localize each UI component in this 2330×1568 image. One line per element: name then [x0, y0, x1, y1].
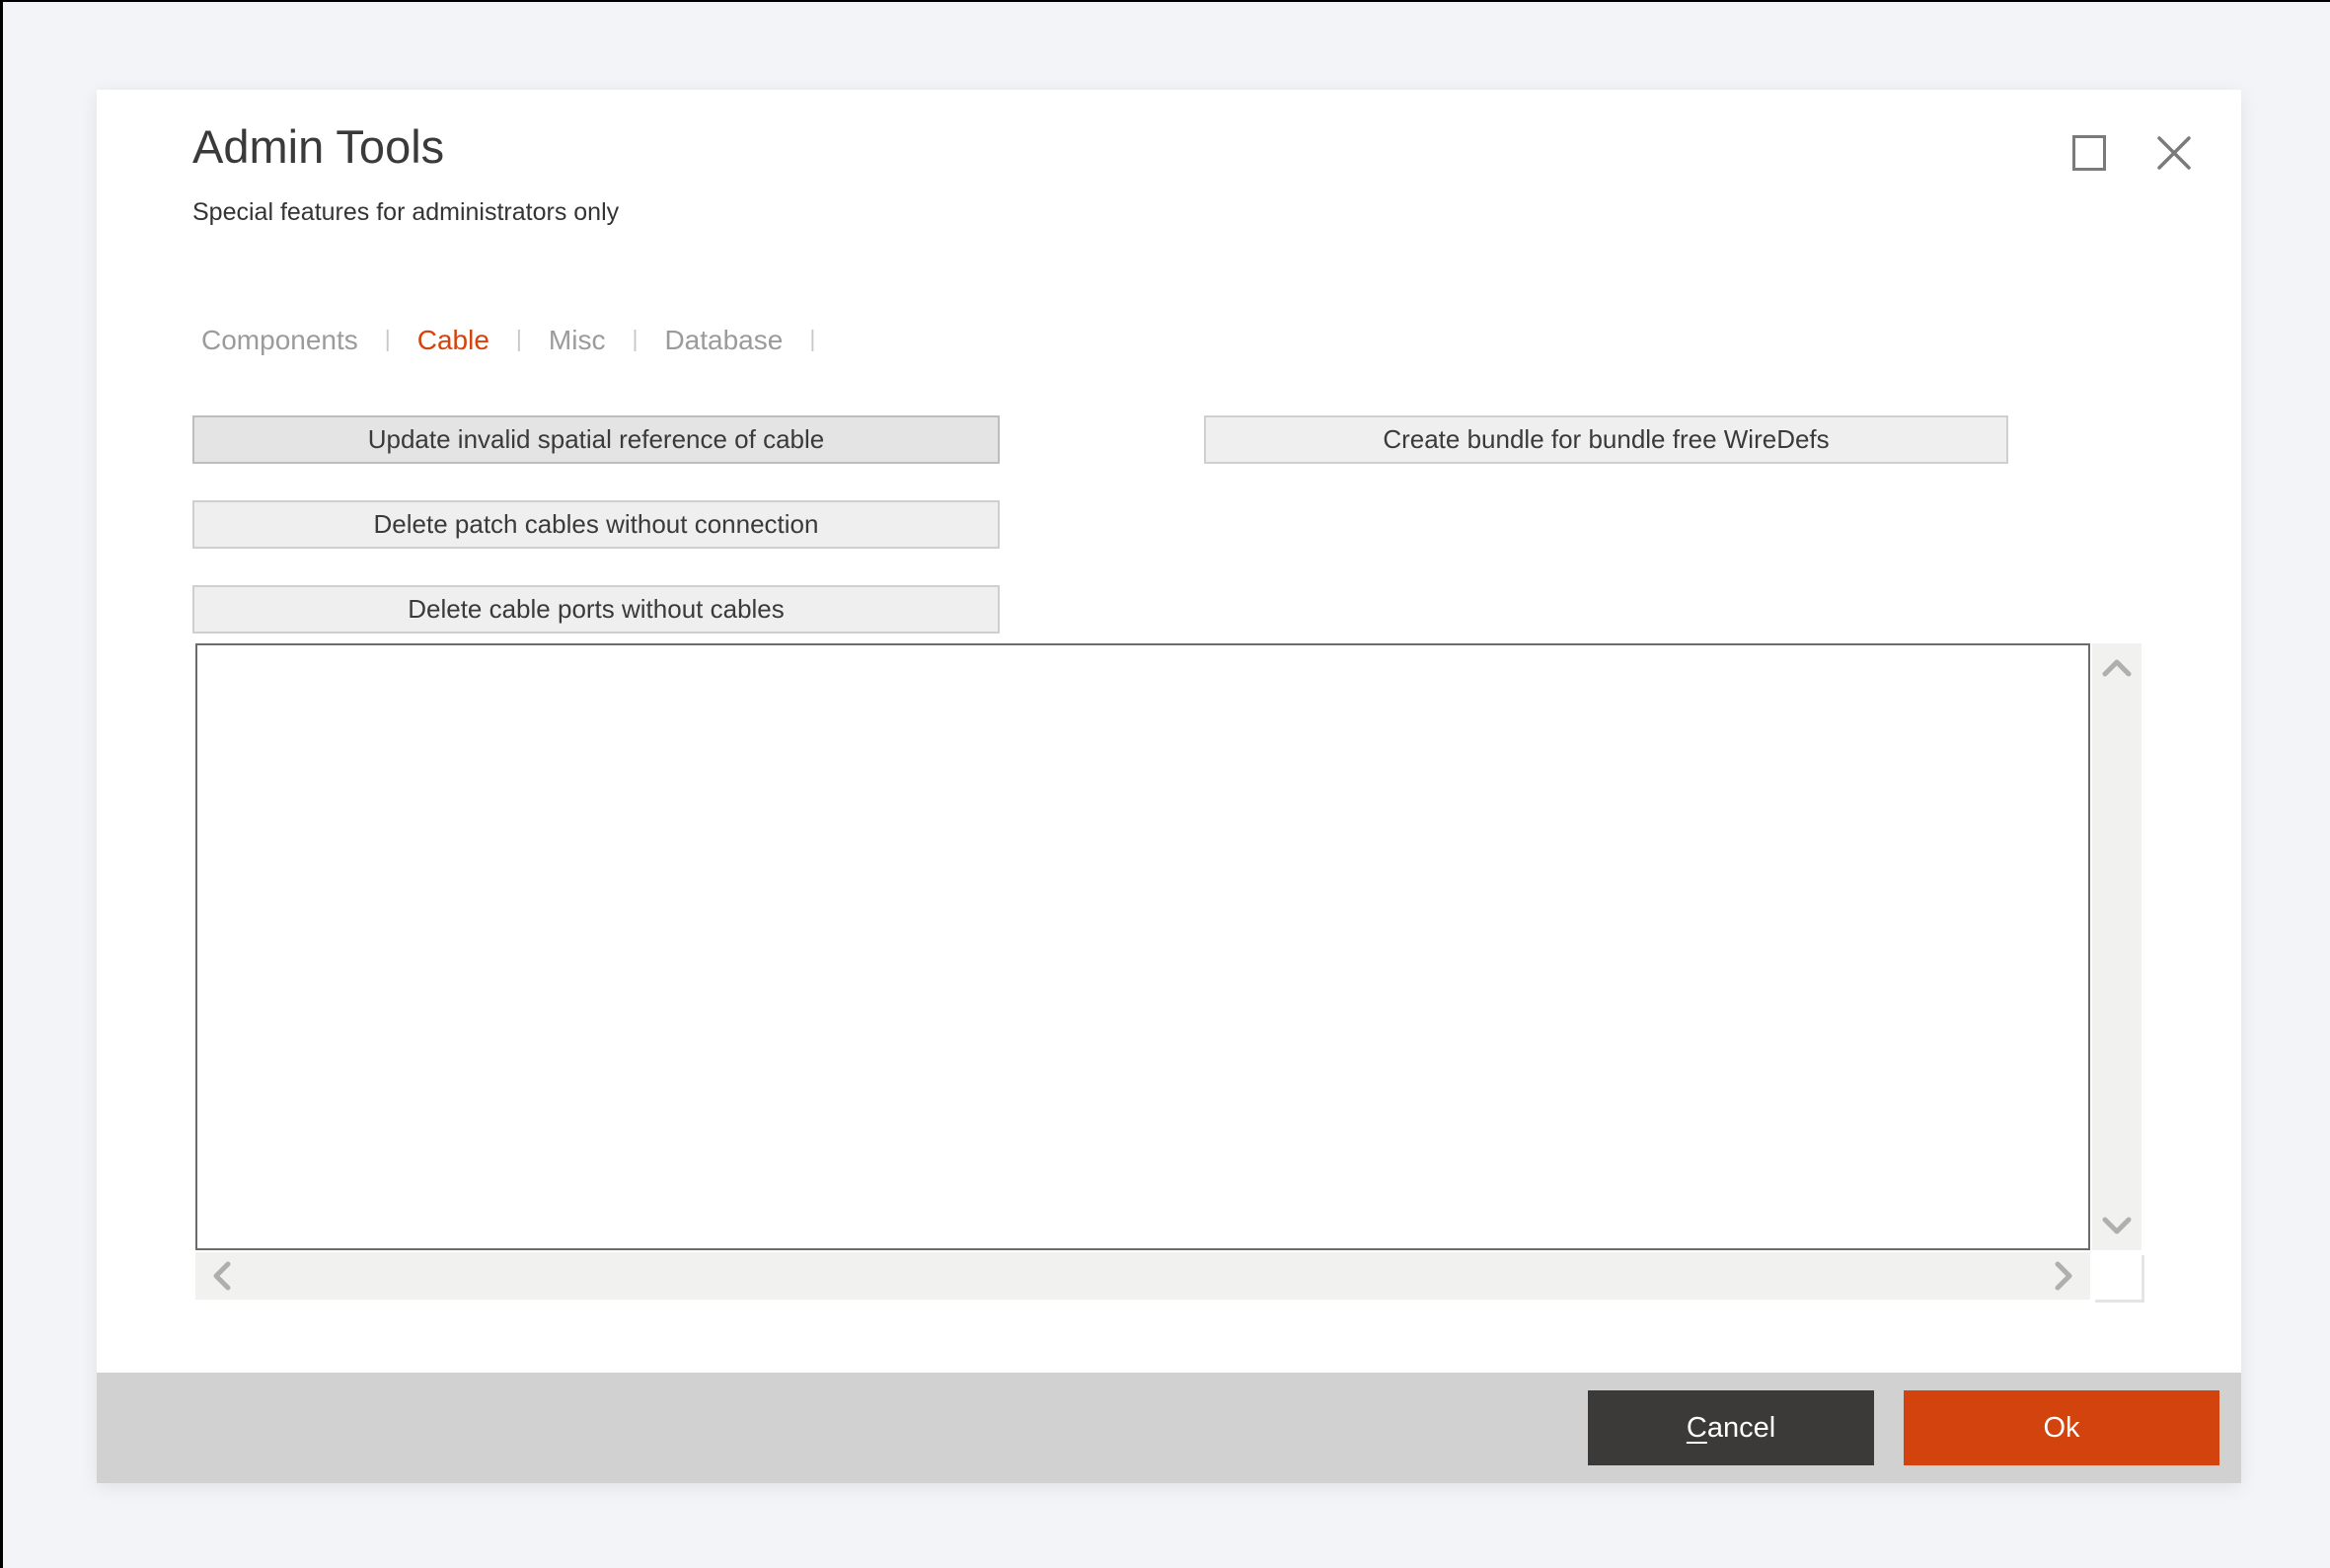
chevron-up-icon: [2100, 657, 2134, 679]
scroll-left-button[interactable]: [211, 1259, 233, 1293]
dialog-subtitle: Special features for administrators only: [192, 196, 619, 228]
scrollbar-corner: [2092, 1252, 2142, 1300]
create-bundle-button[interactable]: Create bundle for bundle free WireDefs: [1204, 415, 2008, 464]
ok-button[interactable]: Ok: [1904, 1390, 2219, 1465]
maximize-icon: [2072, 135, 2106, 171]
update-spatial-reference-button[interactable]: Update invalid spatial reference of cabl…: [192, 415, 1000, 464]
window-controls: [2069, 133, 2194, 173]
scroll-down-button[interactable]: [2100, 1215, 2134, 1236]
close-icon: [2155, 134, 2193, 172]
output-listbox[interactable]: [195, 643, 2090, 1250]
tab-separator: |: [516, 326, 522, 352]
scroll-right-button[interactable]: [2053, 1259, 2074, 1293]
desktop-background: { "dialog": { "title": "Admin Tools", "s…: [0, 0, 2330, 1568]
admin-tools-dialog: Admin Tools Special features for adminis…: [97, 90, 2241, 1483]
tab-bar: Components | Cable | Misc | Database |: [201, 325, 815, 356]
tab-separator: |: [632, 326, 638, 352]
close-button[interactable]: [2154, 133, 2194, 173]
output-scroll-area: [195, 643, 2142, 1300]
cable-tools-panel: Update invalid spatial reference of cabl…: [192, 415, 2008, 634]
cancel-button[interactable]: Cancel: [1588, 1390, 1874, 1465]
tab-cable[interactable]: Cable: [417, 325, 489, 356]
delete-patch-cables-button[interactable]: Delete patch cables without connection: [192, 500, 1000, 549]
vertical-scrollbar[interactable]: [2092, 643, 2142, 1250]
tab-components[interactable]: Components: [201, 325, 358, 356]
maximize-button[interactable]: [2069, 133, 2109, 173]
scroll-up-button[interactable]: [2100, 657, 2134, 679]
chevron-left-icon: [211, 1259, 233, 1293]
chevron-right-icon: [2053, 1259, 2074, 1293]
horizontal-scrollbar[interactable]: [195, 1252, 2090, 1300]
footer-bar: Cancel Ok: [97, 1373, 2241, 1483]
delete-cable-ports-button[interactable]: Delete cable ports without cables: [192, 585, 1000, 634]
page-title: Admin Tools: [192, 119, 444, 175]
cancel-label-rest: ancel: [1707, 1412, 1775, 1444]
tab-separator: |: [809, 326, 815, 352]
tab-database[interactable]: Database: [664, 325, 783, 356]
cancel-mnemonic: C: [1687, 1412, 1707, 1444]
tab-misc[interactable]: Misc: [549, 325, 606, 356]
chevron-down-icon: [2100, 1215, 2134, 1236]
tab-separator: |: [385, 326, 391, 352]
